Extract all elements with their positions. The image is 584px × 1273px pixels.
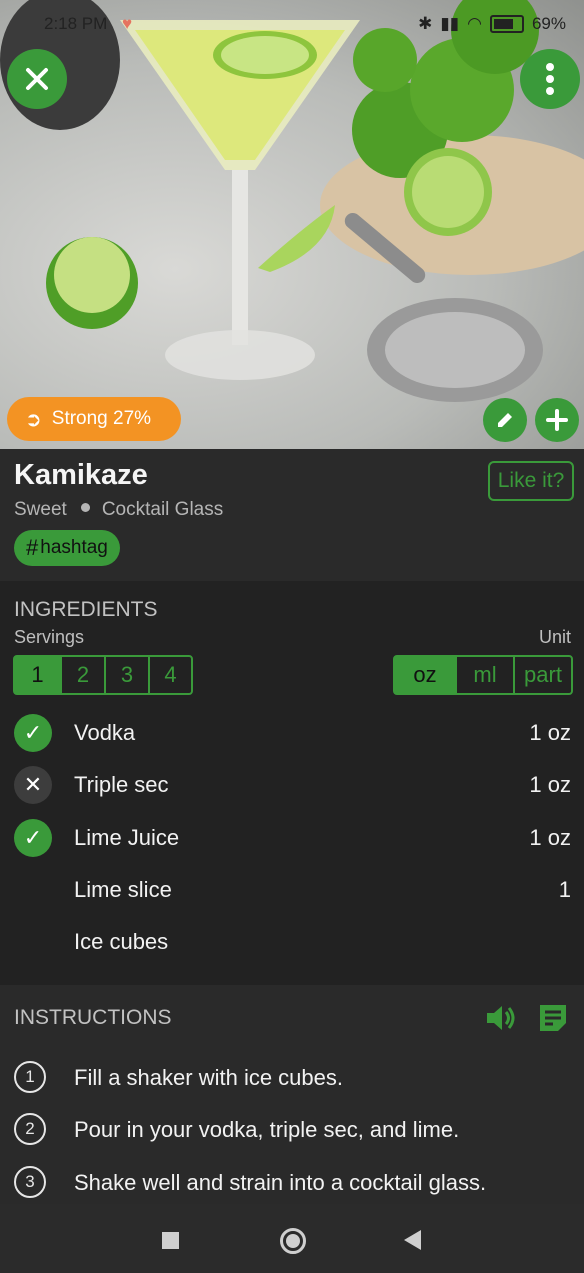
recents-button[interactable] xyxy=(162,1232,179,1249)
unit-label: Unit xyxy=(538,627,571,647)
check-icon: ✓ xyxy=(14,714,52,752)
battery-icon xyxy=(489,15,524,33)
system-nav-bar xyxy=(0,1204,584,1273)
ingredient-name: Triple sec xyxy=(74,772,169,797)
ingredient-row[interactable]: Ice cubes xyxy=(0,916,584,968)
step-text: Pour in your vodka, triple sec, and lime… xyxy=(74,1117,460,1142)
glass-label: Cocktail Glass xyxy=(101,499,224,520)
ingredient-name: Lime Juice xyxy=(74,825,180,850)
servings-option-3[interactable]: 3 xyxy=(104,657,148,693)
more-vert-icon xyxy=(546,63,554,95)
taste-label: Sweet xyxy=(14,499,67,520)
hash-icon: # xyxy=(26,535,39,560)
unit-option-oz[interactable]: oz xyxy=(395,657,455,693)
speaker-button[interactable] xyxy=(485,1003,517,1038)
servings-option-4[interactable]: 4 xyxy=(148,657,191,693)
hashtag-chip[interactable]: # hashtag xyxy=(14,530,120,566)
add-button[interactable] xyxy=(535,398,579,442)
bluetooth-icon: ✱ xyxy=(418,14,433,33)
plus-icon xyxy=(546,409,568,431)
like-button[interactable]: Like it? xyxy=(488,461,574,501)
edit-button[interactable] xyxy=(483,398,527,442)
servings-option-1[interactable]: 1 xyxy=(15,657,60,693)
strength-icon: ➲ xyxy=(25,408,42,431)
home-button[interactable] xyxy=(280,1228,306,1254)
ingredient-name: Lime slice xyxy=(74,877,172,902)
drink-header: Kamikaze Sweet Cocktail Glass Like it? # … xyxy=(0,449,584,581)
speaker-icon xyxy=(487,1006,515,1030)
step-text: Fill a shaker with ice cubes. xyxy=(74,1065,343,1090)
instruction-step: 1 Fill a shaker with ice cubes. xyxy=(0,1054,584,1102)
servings-selector: 1 2 3 4 xyxy=(13,655,193,695)
wifi-icon: ◠ xyxy=(467,14,482,33)
ingredient-row[interactable]: Lime slice 1 xyxy=(0,864,584,916)
step-number: 2 xyxy=(14,1113,46,1145)
status-bar: 2:18 PM ♥ ✱ ▮▮ ◠ 69% xyxy=(0,10,584,40)
ingredient-name: Vodka xyxy=(74,720,136,745)
strength-label: Strong 27% xyxy=(51,408,152,429)
close-icon xyxy=(26,68,48,90)
cocktail-illustration xyxy=(0,0,584,402)
missing-icon: ✕ xyxy=(14,766,52,804)
servings-option-2[interactable]: 2 xyxy=(60,657,104,693)
close-button[interactable] xyxy=(7,49,67,109)
ingredient-row[interactable]: ✕ Triple sec 1 oz xyxy=(0,759,584,811)
battery-percent: 69% xyxy=(531,14,566,33)
ingredients-heading: INGREDIENTS xyxy=(14,598,158,621)
instructions-heading: INSTRUCTIONS xyxy=(14,1006,172,1029)
pencil-icon xyxy=(498,413,512,427)
notes-icon xyxy=(540,1005,566,1031)
notes-button[interactable] xyxy=(538,1003,568,1038)
hashtag-label: hashtag xyxy=(40,537,108,558)
cocktail-photo: 2:18 PM ♥ ✱ ▮▮ ◠ 69% ➲ Strong 27% xyxy=(0,0,584,449)
ingredients-section: INGREDIENTS Servings Unit 1 2 3 4 oz ml … xyxy=(0,581,584,985)
separator-dot xyxy=(80,503,90,512)
more-options-button[interactable] xyxy=(520,49,580,109)
instruction-step: 2 Pour in your vodka, triple sec, and li… xyxy=(0,1106,584,1154)
check-icon: ✓ xyxy=(14,819,52,857)
ingredient-amount: 1 oz xyxy=(529,825,571,850)
back-button[interactable] xyxy=(404,1230,421,1250)
drink-meta: Sweet Cocktail Glass xyxy=(14,499,223,521)
step-number: 1 xyxy=(14,1061,46,1093)
unit-option-ml[interactable]: ml xyxy=(455,657,513,693)
servings-label: Servings xyxy=(14,627,85,647)
signal-icon: ▮▮ xyxy=(440,14,460,33)
unit-selector: oz ml part xyxy=(393,655,573,695)
heart-rate-icon: ♥ xyxy=(122,14,133,33)
unit-option-part[interactable]: part xyxy=(513,657,571,693)
status-time: 2:18 PM xyxy=(44,14,108,33)
ingredient-row[interactable]: ✓ Vodka 1 oz xyxy=(0,707,584,759)
ingredient-amount: 1 xyxy=(558,877,571,902)
step-text: Shake well and strain into a cocktail gl… xyxy=(74,1170,487,1195)
drink-name: Kamikaze xyxy=(14,459,148,491)
ingredient-amount: 1 oz xyxy=(529,772,571,797)
strength-badge: ➲ Strong 27% xyxy=(7,397,181,441)
ingredient-amount: 1 oz xyxy=(529,720,571,745)
instruction-step: 3 Shake well and strain into a cocktail … xyxy=(0,1159,584,1207)
step-number: 3 xyxy=(14,1166,46,1198)
instructions-section: INSTRUCTIONS 1 Fill a shaker with ice cu… xyxy=(0,985,584,1204)
ingredient-row[interactable]: ✓ Lime Juice 1 oz xyxy=(0,812,584,864)
ingredient-name: Ice cubes xyxy=(74,929,169,954)
